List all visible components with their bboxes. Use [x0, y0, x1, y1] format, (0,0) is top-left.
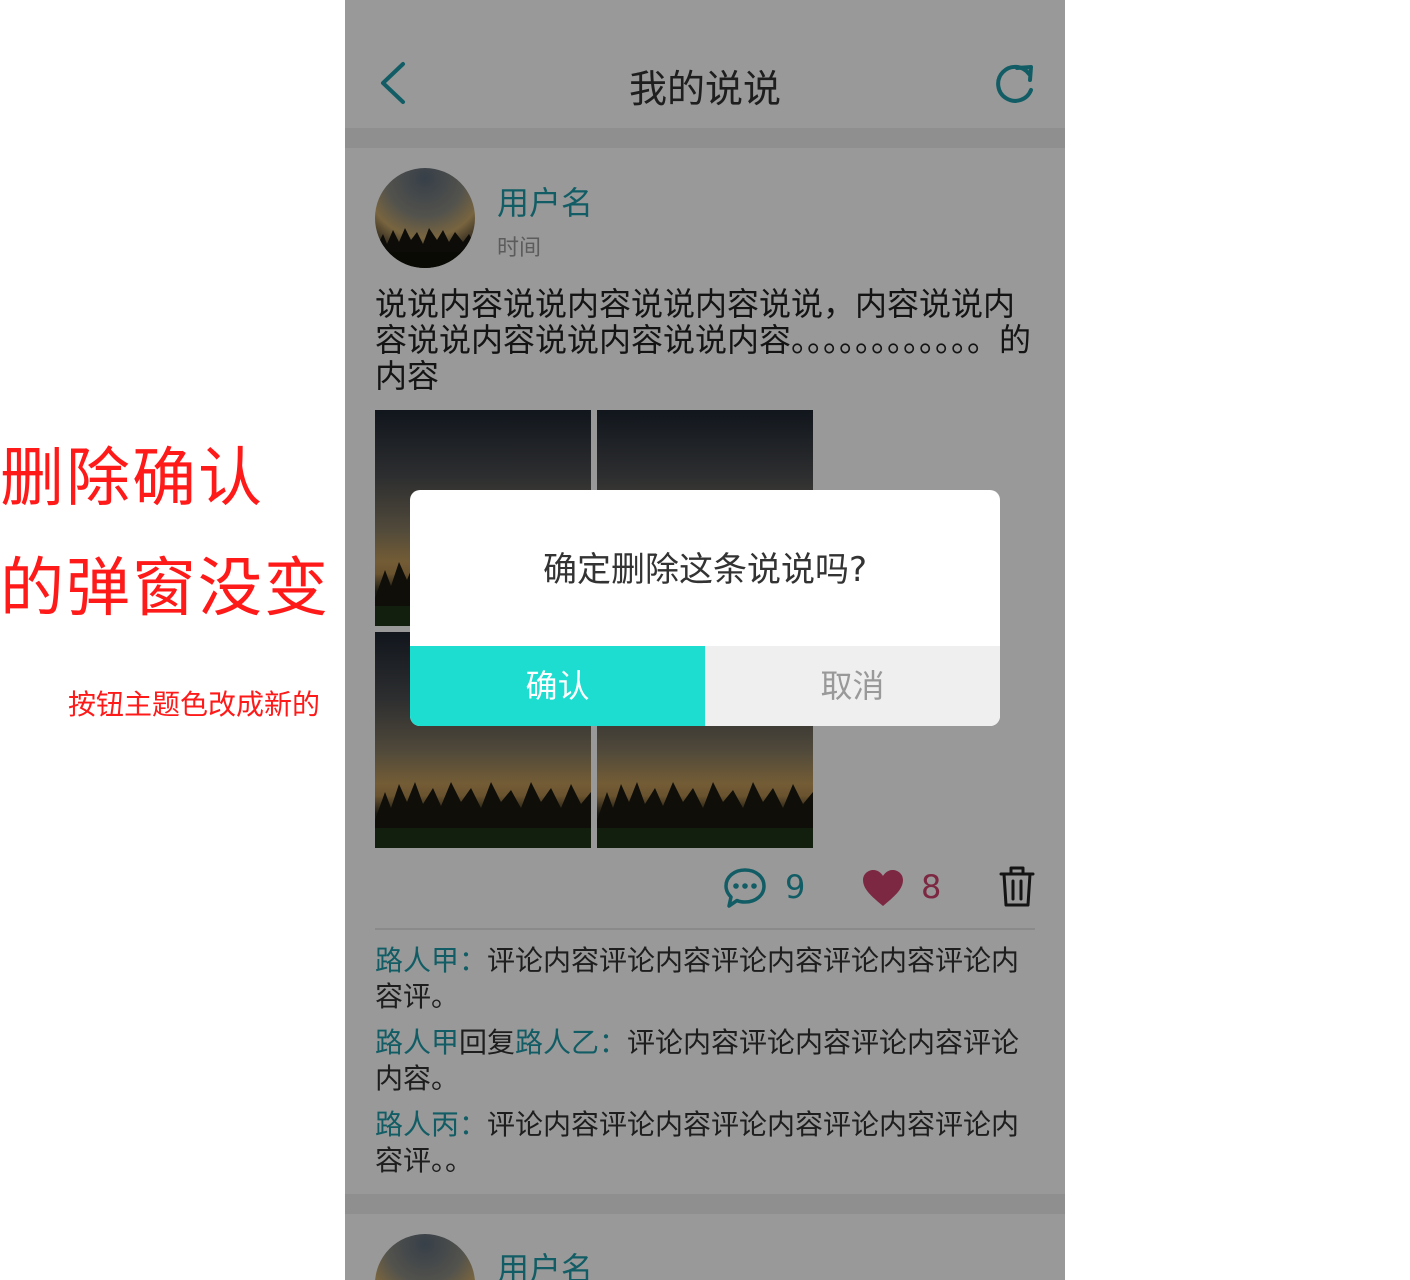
annotation-line-1: 删除确认	[0, 442, 264, 516]
cancel-button[interactable]: 取消	[705, 646, 1000, 726]
annotation-line-2: 的弹窗没变	[0, 552, 330, 626]
phone-screen: 我的说说 用户名 时间 说说内容说说内容说说内容说说，内容说说内容说说内容说说内…	[345, 0, 1065, 1280]
delete-confirm-dialog: 确定删除这条说说吗? 确认 取消	[410, 490, 1000, 726]
confirm-button[interactable]: 确认	[410, 646, 705, 726]
dialog-message: 确定删除这条说说吗?	[542, 550, 868, 590]
annotation-note: 按钮主题色改成新的	[67, 688, 320, 721]
